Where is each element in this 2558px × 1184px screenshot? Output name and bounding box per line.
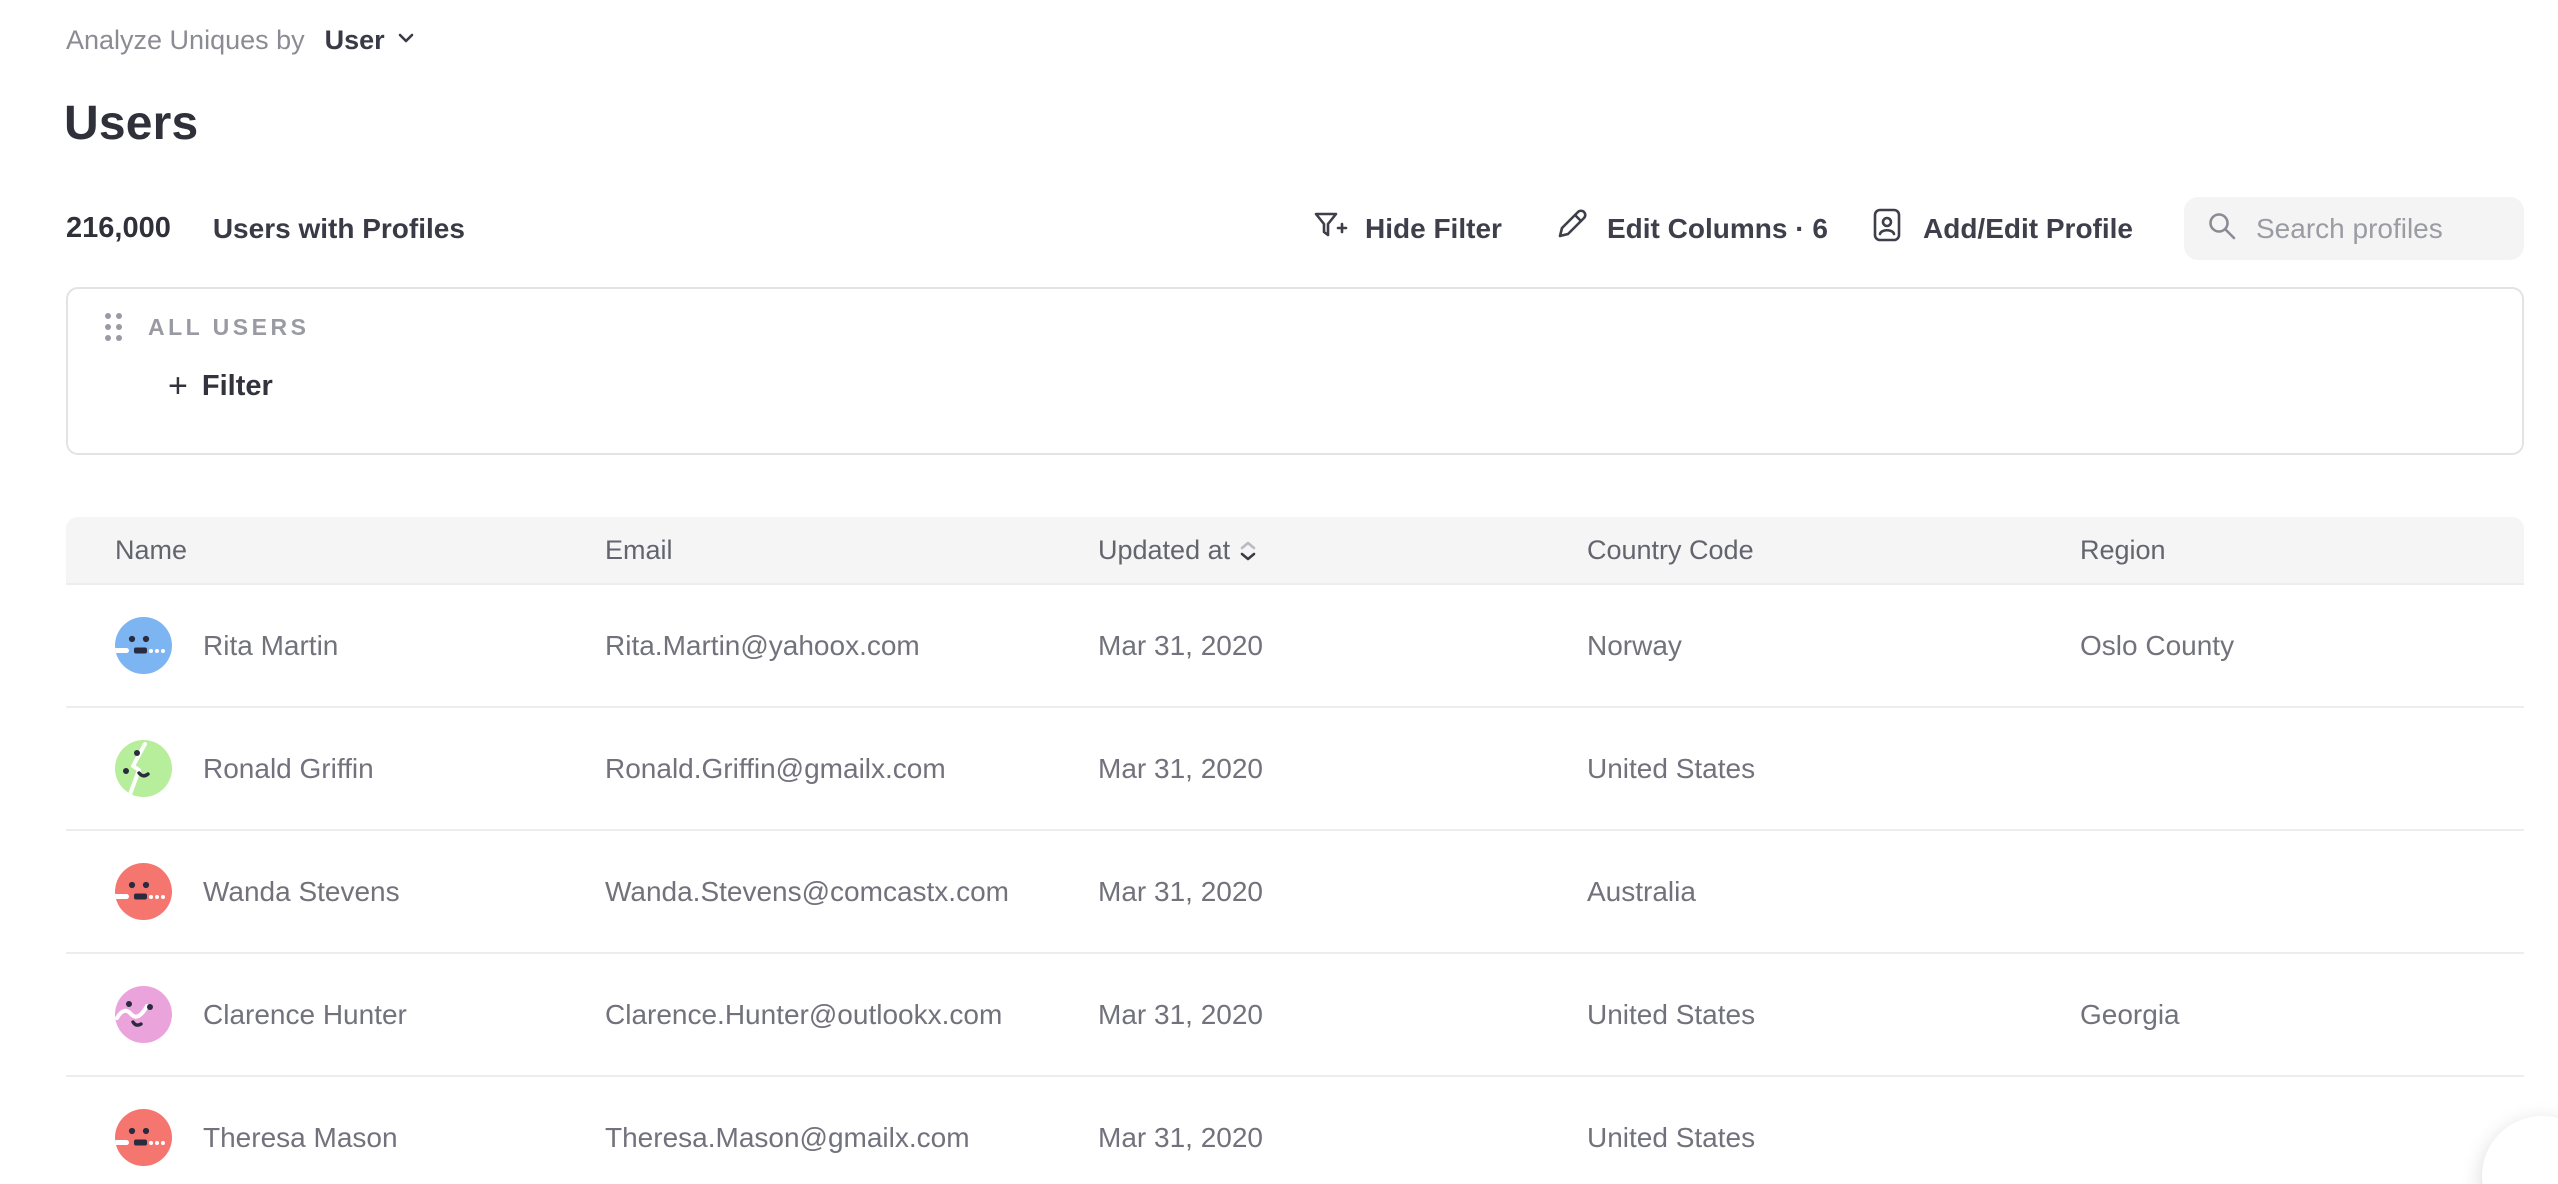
sort-chevrons-icon [1240, 541, 1256, 561]
column-header-region[interactable]: Region [2080, 535, 2524, 566]
users-count-row: 216,000 Users with Profiles [66, 197, 465, 260]
table-row[interactable]: Wanda Stevens Wanda.Stevens@comcastx.com… [66, 829, 2524, 952]
cell-country-code: United States [1587, 1122, 2080, 1154]
profile-badge-icon [1868, 206, 1906, 251]
table-header: Name Email Updated at Country Code Regio… [66, 517, 2524, 583]
search-icon [2206, 210, 2238, 247]
pencil-icon [1552, 206, 1590, 251]
column-header-email[interactable]: Email [605, 535, 1098, 566]
cell-country-code: United States [1587, 753, 2080, 785]
cell-country-code: Australia [1587, 876, 2080, 908]
page-title: Users [64, 96, 198, 151]
cell-country-code: United States [1587, 999, 2080, 1031]
users-count: 216,000 [66, 212, 171, 245]
table-row[interactable]: Clarence Hunter Clarence.Hunter@outlookx… [66, 952, 2524, 1075]
column-header-country-code[interactable]: Country Code [1587, 535, 2080, 566]
add-edit-profile-button[interactable]: Add/Edit Profile [1868, 197, 2133, 260]
table-row[interactable]: Theresa Mason Theresa.Mason@gmailx.com M… [66, 1075, 2524, 1184]
funnel-plus-icon [1310, 206, 1348, 251]
cell-name: Wanda Stevens [115, 863, 605, 920]
cell-email: Rita.Martin@yahoox.com [605, 630, 1098, 662]
drag-handle-icon[interactable] [105, 313, 122, 341]
chevron-down-icon [395, 24, 417, 56]
analyze-uniques-label: Analyze Uniques by [66, 25, 305, 56]
table-row[interactable]: Ronald Griffin Ronald.Griffin@gmailx.com… [66, 706, 2524, 829]
cell-updated-at: Mar 31, 2020 [1098, 999, 1587, 1031]
add-filter-button[interactable]: + Filter [168, 369, 273, 403]
users-table: Name Email Updated at Country Code Regio… [66, 517, 2524, 1184]
cell-name: Theresa Mason [115, 1109, 605, 1166]
avatar [115, 863, 172, 920]
cell-region: Georgia [2080, 999, 2524, 1031]
cell-email: Ronald.Griffin@gmailx.com [605, 753, 1098, 785]
analyze-uniques-selector[interactable]: User [325, 24, 417, 56]
column-header-name[interactable]: Name [115, 535, 605, 566]
analyze-uniques-bar: Analyze Uniques by User [66, 24, 417, 56]
search-profiles-box[interactable] [2184, 197, 2524, 260]
avatar [115, 617, 172, 674]
avatar [115, 740, 172, 797]
cell-country-code: Norway [1587, 630, 2080, 662]
plus-icon: + [168, 369, 188, 403]
cell-email: Wanda.Stevens@comcastx.com [605, 876, 1098, 908]
cell-region: Oslo County [2080, 630, 2524, 662]
hide-filter-button[interactable]: Hide Filter [1310, 197, 1502, 260]
filter-group-label: ALL USERS [148, 314, 309, 341]
cell-updated-at: Mar 31, 2020 [1098, 1122, 1587, 1154]
cell-updated-at: Mar 31, 2020 [1098, 753, 1587, 785]
cell-name: Clarence Hunter [115, 986, 605, 1043]
cell-updated-at: Mar 31, 2020 [1098, 630, 1587, 662]
avatar [115, 986, 172, 1043]
edit-columns-button[interactable]: Edit Columns · 6 [1552, 197, 1828, 260]
edit-columns-label: Edit Columns · 6 [1607, 213, 1828, 245]
cell-updated-at: Mar 31, 2020 [1098, 876, 1587, 908]
cell-email: Theresa.Mason@gmailx.com [605, 1122, 1098, 1154]
column-header-updated-at[interactable]: Updated at [1098, 535, 1587, 566]
add-filter-label: Filter [202, 370, 273, 403]
hide-filter-label: Hide Filter [1365, 213, 1502, 245]
search-profiles-input[interactable] [2256, 213, 2502, 245]
users-count-label: Users with Profiles [213, 213, 465, 245]
add-edit-profile-label: Add/Edit Profile [1923, 213, 2133, 245]
table-row[interactable]: Rita Martin Rita.Martin@yahoox.com Mar 3… [66, 583, 2524, 706]
cell-name: Ronald Griffin [115, 740, 605, 797]
avatar [115, 1109, 172, 1166]
cell-email: Clarence.Hunter@outlookx.com [605, 999, 1098, 1031]
cell-name: Rita Martin [115, 617, 605, 674]
analyze-uniques-value: User [325, 25, 385, 56]
filter-panel: ALL USERS + Filter [66, 287, 2524, 455]
filter-group-header: ALL USERS [105, 313, 309, 341]
